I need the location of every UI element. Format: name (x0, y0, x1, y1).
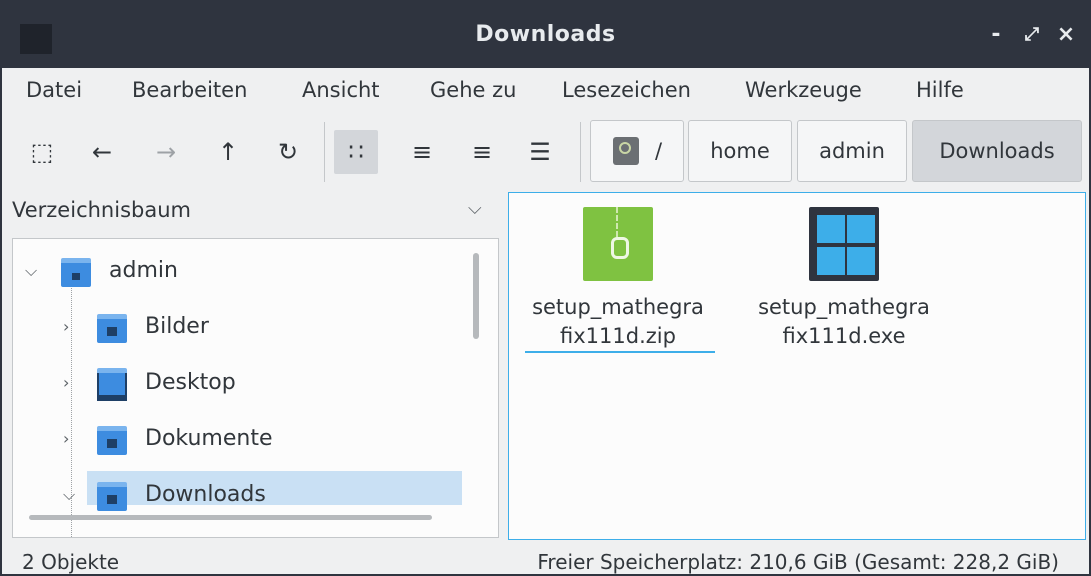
chevron-down-icon[interactable]: ⌵ (63, 473, 75, 517)
tree-horizontal-scrollbar[interactable] (29, 515, 432, 520)
forward-button[interactable]: → (144, 130, 188, 174)
icon-view-button[interactable]: ∷ (334, 130, 378, 174)
tree-vertical-scrollbar[interactable] (473, 253, 479, 339)
menu-ansicht[interactable]: Ansicht (302, 78, 380, 102)
compact-list-icon: ≡ (471, 138, 493, 166)
chevron-right-icon[interactable]: › (63, 361, 69, 405)
menu-gehe-zu[interactable]: Gehe zu (430, 78, 516, 102)
arrow-up-icon: ↑ (217, 138, 239, 166)
file-item-exe[interactable]: setup_mathegra fix111d.exe (739, 193, 949, 363)
reload-button[interactable]: ↻ (266, 130, 310, 174)
title-bar[interactable]: Downloads - ⤢ × (2, 2, 1089, 68)
drive-icon (613, 137, 639, 165)
tree-item-label: Dokumente (145, 426, 273, 451)
detail-view-button[interactable]: ≡ (400, 130, 444, 174)
bullet-list-icon: ☰ (529, 138, 551, 166)
chevron-right-icon[interactable]: › (63, 417, 69, 461)
breadcrumb-root[interactable]: / (590, 120, 684, 182)
arrow-right-icon: → (155, 138, 177, 166)
new-window-button[interactable]: ⬚ (20, 130, 64, 174)
windows-executable-icon (809, 207, 879, 281)
new-window-icon: ⬚ (30, 138, 54, 166)
menu-werkzeuge[interactable]: Werkzeuge (745, 78, 862, 102)
window-title: Downloads (475, 22, 616, 47)
tree-item-dokumente[interactable]: › Dokumente (13, 417, 483, 461)
tree-item-label: Desktop (145, 370, 236, 395)
menu-lesezeichen[interactable]: Lesezeichen (562, 78, 691, 102)
documents-folder-icon (97, 426, 127, 455)
tree-item-label: Bilder (145, 314, 209, 339)
list-view-button[interactable]: ☰ (518, 130, 562, 174)
side-pane-selector[interactable]: Verzeichnisbaum (12, 198, 191, 222)
home-folder-icon (61, 258, 91, 287)
downloads-folder-icon (97, 482, 127, 511)
close-button[interactable]: × (1052, 18, 1080, 52)
back-button[interactable]: ← (80, 130, 124, 174)
detail-list-icon: ≡ (411, 138, 433, 166)
tree-item-desktop[interactable]: › Desktop (13, 361, 483, 405)
menu-bearbeiten[interactable]: Bearbeiten (132, 78, 247, 102)
file-name-label: setup_mathegra fix111d.exe (758, 295, 930, 348)
file-name-label: setup_mathegra fix111d.zip (532, 295, 704, 348)
file-item-zip[interactable]: setup_mathegra fix111d.zip (513, 193, 723, 363)
toolbar-separator (580, 122, 581, 182)
desktop-folder-icon (97, 368, 127, 401)
file-manager-window: Downloads - ⤢ × Datei Bearbeiten Ansicht… (0, 0, 1091, 576)
menu-bar: Datei Bearbeiten Ansicht Gehe zu Lesezei… (2, 68, 1089, 112)
maximize-button[interactable]: ⤢ (1018, 18, 1046, 52)
breadcrumb-admin[interactable]: admin (797, 120, 907, 182)
menu-hilfe[interactable]: Hilfe (916, 78, 964, 102)
toolbar: ⬚ ← → ↑ ↻ ∷ ≡ ≡ ☰ / home admin Downloads (2, 112, 1089, 190)
file-view[interactable]: setup_mathegra fix111d.zip setup_mathegr… (508, 192, 1086, 540)
zip-archive-icon (583, 207, 653, 281)
pictures-folder-icon (97, 314, 127, 343)
minimize-button[interactable]: - (982, 18, 1010, 52)
reload-icon: ↻ (277, 138, 299, 166)
chevron-down-icon[interactable]: ⌵ (25, 249, 37, 293)
focus-underline (525, 351, 715, 353)
menu-datei[interactable]: Datei (26, 78, 82, 102)
toolbar-separator (324, 122, 325, 182)
status-free-space: Freier Speicherplatz: 210,6 GiB (Gesamt:… (537, 550, 1059, 574)
tree-item-admin[interactable]: ⌵ admin (13, 249, 483, 293)
tree-item-bilder[interactable]: › Bilder (13, 305, 483, 349)
chevron-right-icon[interactable]: › (63, 305, 69, 349)
status-item-count: 2 Objekte (22, 550, 120, 574)
tree-item-downloads[interactable]: ⌵ Downloads (13, 473, 483, 517)
directory-tree[interactable]: ⌵ admin › Bilder › Desktop › Dokumente ⌵… (12, 238, 499, 538)
breadcrumb-downloads[interactable]: Downloads (912, 120, 1082, 182)
tree-item-label: admin (109, 258, 178, 283)
tree-item-label: Downloads (145, 482, 266, 507)
grid-icon: ∷ (348, 138, 364, 166)
arrow-left-icon: ← (91, 138, 113, 166)
breadcrumb-home[interactable]: home (688, 120, 792, 182)
compact-view-button[interactable]: ≡ (460, 130, 504, 174)
up-button[interactable]: ↑ (206, 130, 250, 174)
chevron-down-icon[interactable]: ⌵ (468, 198, 482, 219)
